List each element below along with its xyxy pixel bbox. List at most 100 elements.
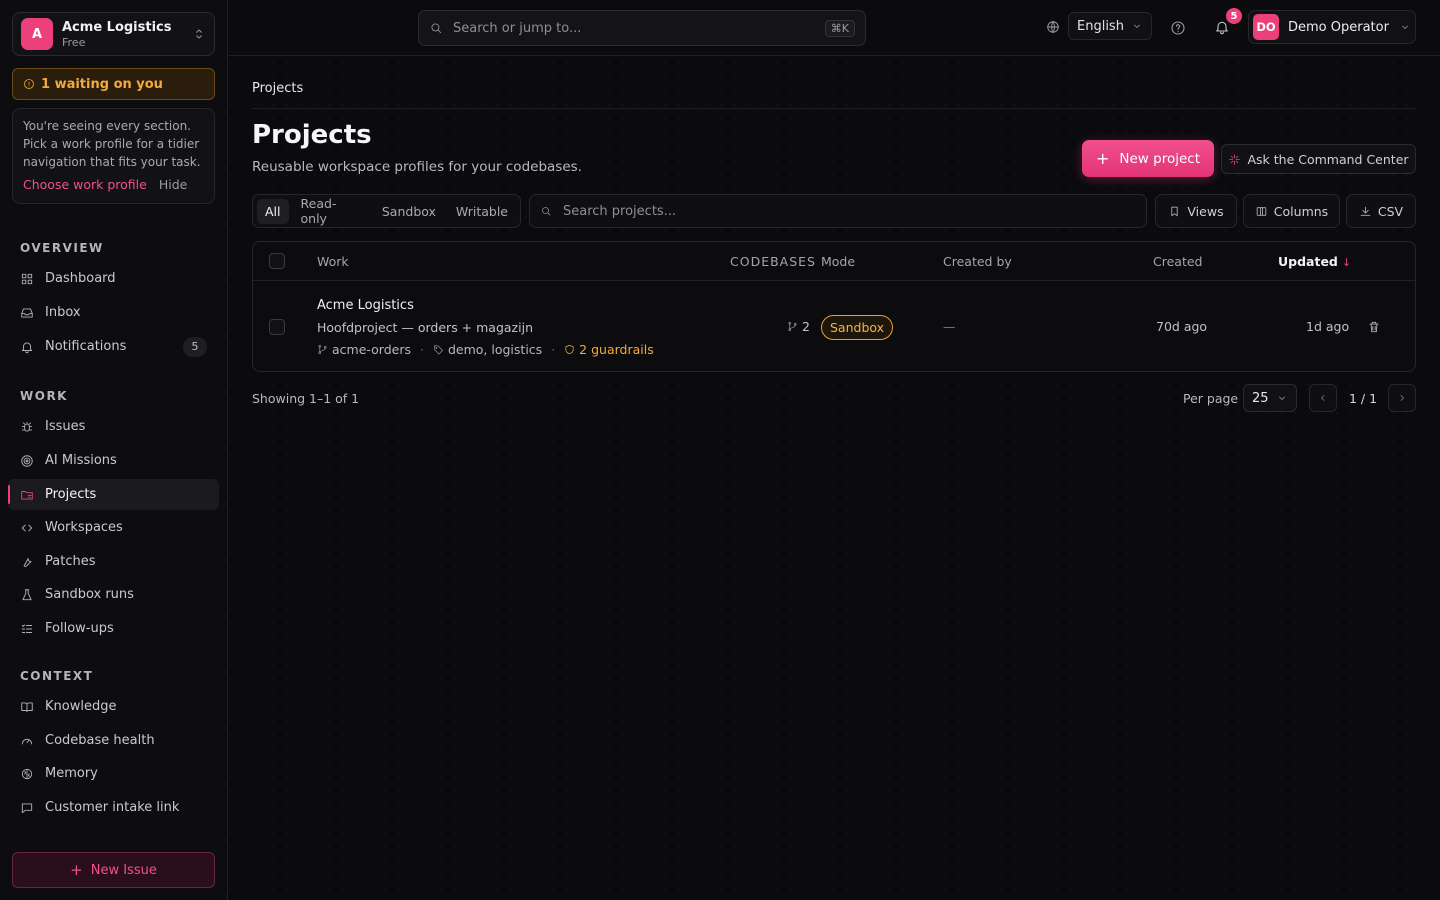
- sidebar-item-customer-intake-link[interactable]: Customer intake link: [8, 792, 219, 823]
- brain-icon: [20, 767, 45, 781]
- breadcrumb[interactable]: Projects: [252, 81, 303, 96]
- guardrails-badge[interactable]: 2 guardrails: [564, 342, 654, 357]
- git-branch-icon: [317, 344, 332, 355]
- chevron-right-icon: [1400, 395, 1404, 401]
- created-date: 70d ago: [1156, 319, 1208, 334]
- globe-icon: [1046, 20, 1060, 34]
- sidebar-item-knowledge[interactable]: Knowledge: [8, 691, 219, 722]
- column-header-mode[interactable]: Mode: [821, 254, 855, 269]
- sidebar-item-memory[interactable]: Memory: [8, 758, 219, 789]
- csv-export-button[interactable]: CSV: [1346, 194, 1416, 228]
- projects-table: Work CODEBASES Mode Created by Created U…: [252, 241, 1416, 372]
- work-profile-card: You're seeing every section. Pick a work…: [12, 108, 215, 204]
- target-icon: [20, 454, 45, 468]
- plus-icon: +: [70, 861, 83, 879]
- row-checkbox[interactable]: [269, 319, 285, 335]
- sidebar-item-sandbox-runs[interactable]: Sandbox runs: [8, 579, 219, 610]
- column-header-created[interactable]: Created: [1153, 254, 1202, 269]
- bug-icon: [20, 420, 45, 434]
- waiting-label: 1 waiting on you: [41, 76, 163, 92]
- sidebar-item-projects[interactable]: Projects: [8, 479, 219, 510]
- sidebar-item-patches[interactable]: Patches: [8, 546, 219, 577]
- new-project-button[interactable]: + New project: [1082, 140, 1214, 177]
- pagination-summary: Showing 1–1 of 1: [252, 391, 360, 406]
- filter-tab-sandbox[interactable]: Sandbox: [374, 199, 444, 224]
- mode-filter-tabs: All Read-only Sandbox Writable: [252, 194, 521, 228]
- sidebar-item-dashboard[interactable]: Dashboard: [8, 263, 219, 294]
- filter-tab-writable[interactable]: Writable: [448, 199, 516, 224]
- sidebar-item-label: Follow-ups: [45, 621, 114, 636]
- sidebar-item-label: Sandbox runs: [45, 587, 134, 602]
- new-issue-button[interactable]: + New Issue: [12, 852, 215, 888]
- chevron-left-icon: [1321, 395, 1325, 401]
- created-by: —: [943, 319, 956, 334]
- sidebar-item-label: Patches: [45, 554, 96, 569]
- column-header-codebases[interactable]: CODEBASES: [730, 254, 816, 269]
- views-button[interactable]: Views: [1155, 194, 1237, 228]
- user-name: Demo Operator: [1288, 19, 1389, 35]
- previous-page-button[interactable]: [1309, 384, 1337, 412]
- git-branch-icon: [787, 321, 802, 332]
- waiting-on-you-banner[interactable]: 1 waiting on you: [12, 68, 215, 100]
- columns-button[interactable]: Columns: [1243, 194, 1340, 228]
- download-icon: [1359, 205, 1378, 218]
- page-subtitle: Reusable workspace profiles for your cod…: [252, 159, 582, 175]
- sidebar-item-workspaces[interactable]: Workspaces: [8, 512, 219, 543]
- select-all-checkbox[interactable]: [269, 253, 285, 269]
- sidebar-item-notifications[interactable]: Notifications 5: [8, 331, 219, 362]
- grid-icon: [20, 272, 45, 286]
- sidebar-item-label: Issues: [45, 419, 86, 434]
- trash-icon[interactable]: [1367, 320, 1381, 334]
- project-search-placeholder: Search projects...: [563, 203, 677, 219]
- project-description: Hoofdproject — orders + magazijn: [317, 320, 533, 335]
- project-name[interactable]: Acme Logistics: [317, 298, 414, 313]
- ask-command-center-button[interactable]: Ask the Command Center: [1221, 144, 1416, 174]
- search-icon: [429, 21, 453, 35]
- filter-tab-read-only[interactable]: Read-only: [293, 191, 370, 231]
- column-header-work[interactable]: Work: [317, 254, 349, 269]
- sidebar-item-label: Knowledge: [45, 699, 117, 714]
- choose-work-profile-link[interactable]: Choose work profile: [23, 177, 147, 192]
- folder-icon: [20, 488, 45, 502]
- project-repo: acme-orders: [332, 342, 411, 357]
- chevron-updown-icon: [192, 27, 206, 41]
- code-icon: [20, 521, 45, 535]
- sort-desc-icon: ↓: [1341, 256, 1352, 269]
- sidebar-item-label: Codebase health: [45, 733, 155, 748]
- bell-icon: [20, 340, 45, 354]
- user-menu[interactable]: DO Demo Operator: [1248, 10, 1416, 44]
- sidebar-item-follow-ups[interactable]: Follow-ups: [8, 613, 219, 644]
- sidebar-item-label: AI Missions: [45, 453, 117, 468]
- filter-tab-all[interactable]: All: [257, 198, 289, 224]
- avatar: DO: [1253, 14, 1279, 40]
- shield-icon: [564, 344, 579, 355]
- sidebar-item-issues[interactable]: Issues: [8, 411, 219, 442]
- sidebar-item-label: Customer intake link: [45, 800, 180, 815]
- help-icon[interactable]: [1170, 20, 1186, 36]
- chevron-down-icon: [1134, 24, 1140, 28]
- search-placeholder: Search or jump to...: [453, 20, 582, 36]
- column-header-updated[interactable]: Updated ↓: [1278, 254, 1351, 269]
- sidebar-item-inbox[interactable]: Inbox: [8, 297, 219, 328]
- gauge-icon: [20, 734, 45, 748]
- org-switcher[interactable]: A Acme Logistics Free: [12, 12, 215, 56]
- global-search-input[interactable]: Search or jump to... ⌘K: [418, 10, 866, 46]
- sidebar-item-ai-missions[interactable]: AI Missions: [8, 445, 219, 476]
- bookmark-icon: [1168, 205, 1187, 218]
- sidebar-item-codebase-health[interactable]: Codebase health: [8, 725, 219, 756]
- list-check-icon: [20, 622, 45, 636]
- search-icon: [540, 205, 563, 217]
- next-page-button[interactable]: [1388, 384, 1416, 412]
- hide-profile-card-link[interactable]: Hide: [159, 177, 188, 192]
- per-page-select[interactable]: 25: [1243, 384, 1297, 412]
- language-select[interactable]: English: [1068, 12, 1152, 40]
- chevron-down-icon: [1279, 396, 1285, 400]
- work-profile-text: You're seeing every section. Pick a work…: [23, 119, 201, 169]
- plus-icon: +: [1096, 149, 1110, 168]
- sidebar-item-label: Projects: [45, 487, 97, 502]
- message-icon: [20, 801, 45, 815]
- project-search-input[interactable]: Search projects...: [529, 194, 1147, 228]
- section-title-context: CONTEXT: [20, 669, 94, 683]
- topbar: Search or jump to... ⌘K English 5 DO Dem…: [228, 0, 1440, 56]
- column-header-created-by[interactable]: Created by: [943, 254, 1012, 269]
